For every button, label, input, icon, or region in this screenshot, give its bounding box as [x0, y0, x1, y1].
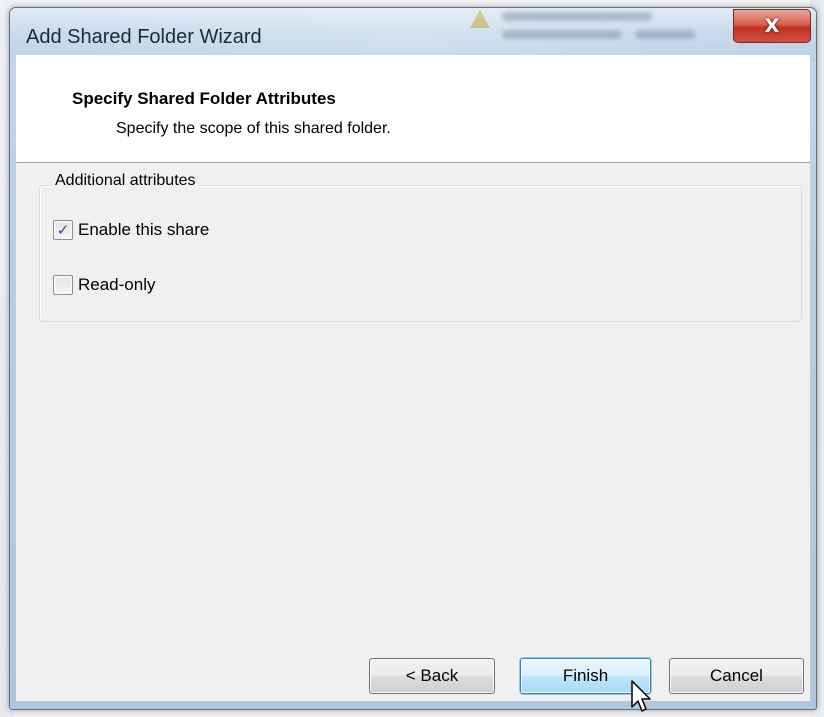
wizard-header: Specify Shared Folder Attributes Specify…: [16, 55, 810, 163]
page-title: Specify Shared Folder Attributes: [72, 89, 336, 108]
read-only-option[interactable]: Read-only: [53, 275, 156, 295]
warning-icon: [470, 10, 490, 28]
enable-share-label[interactable]: Enable this share: [78, 220, 209, 240]
enable-share-checkbox[interactable]: ✓: [53, 220, 73, 240]
wizard-window: Add Shared Folder Wizard X Specify Share…: [9, 7, 817, 712]
background-window-glimpse: [460, 8, 730, 48]
close-icon: X: [764, 15, 780, 37]
groupbox-label: Additional attributes: [52, 172, 199, 190]
checkmark-icon: ✓: [56, 220, 70, 239]
page-subtitle: Specify the scope of this shared folder.: [116, 120, 391, 137]
close-button[interactable]: X: [733, 9, 811, 43]
cancel-button[interactable]: Cancel: [669, 658, 804, 694]
wizard-body: Additional attributes ✓ Enable this shar…: [16, 163, 810, 701]
read-only-checkbox[interactable]: [53, 275, 73, 295]
back-button[interactable]: < Back: [369, 658, 495, 694]
mouse-pointer-icon: [631, 680, 651, 712]
window-title: Add Shared Folder Wizard: [26, 26, 262, 48]
enable-share-option[interactable]: ✓ Enable this share: [53, 220, 209, 240]
title-bar[interactable]: Add Shared Folder Wizard X: [10, 8, 816, 62]
attributes-groupbox: Additional attributes ✓ Enable this shar…: [39, 172, 802, 322]
read-only-label[interactable]: Read-only: [78, 275, 156, 295]
